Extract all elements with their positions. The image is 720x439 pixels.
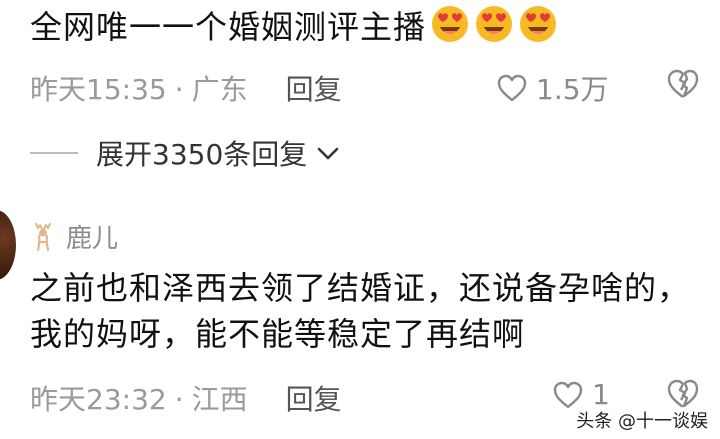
comment-1-location: 广东 [191, 73, 248, 106]
broken-heart-icon [667, 69, 699, 98]
comment-2-text: 之前也和泽西去领了结婚证，还说备孕啥的，我的妈呀，能不能等稳定了再结啊 [30, 269, 691, 353]
comment-1-reply-button[interactable]: 回复 [286, 73, 342, 106]
comment-1-dislike-button[interactable] [666, 68, 700, 104]
heart-eyes-emoji-icon [476, 6, 513, 42]
broken-heart-icon [667, 379, 699, 408]
watermark: 头条 @十一谈娱 [576, 407, 708, 433]
comment-2-meta: 昨天23:32 · 江西 回复 [30, 378, 342, 418]
comment-2-user[interactable]: 鹿儿 [30, 218, 118, 255]
chevron-down-icon [317, 147, 339, 160]
meta-separator: · [174, 383, 184, 416]
heart-eyes-emoji-icon [520, 6, 557, 42]
expand-replies-button[interactable]: 展开3350条回复 [30, 133, 341, 173]
comment-2-time: 昨天23:32 [30, 383, 167, 416]
comment-1-body: 全网唯一一个婚姻测评主播 [30, 2, 558, 48]
comment-1-text: 全网唯一一个婚姻测评主播 [30, 8, 427, 46]
heart-outline-icon [553, 381, 583, 408]
deer-icon [35, 222, 51, 251]
heart-outline-icon [497, 74, 527, 102]
comment-screenshot: 全网唯一一个婚姻测评主播 昨天15:35 · 广东 回复 1.5万 展开3350… [0, 0, 720, 439]
comment-2-reply-button[interactable]: 回复 [286, 383, 342, 416]
comment-2-location: 江西 [191, 383, 248, 416]
comment-1-meta: 昨天15:35 · 广东 回复 [30, 68, 342, 108]
meta-separator: · [174, 73, 184, 106]
expand-replies-label: 展开3350条回复 [96, 138, 308, 171]
comment-1-time: 昨天15:35 [30, 73, 167, 106]
comment-1-like-count: 1.5万 [536, 73, 609, 106]
comment-2-username: 鹿儿 [66, 224, 119, 254]
divider-line [30, 152, 78, 154]
comment-1-like-button[interactable]: 1.5万 [496, 68, 609, 108]
heart-eyes-emoji-icon [432, 6, 469, 42]
avatar[interactable] [0, 210, 16, 280]
